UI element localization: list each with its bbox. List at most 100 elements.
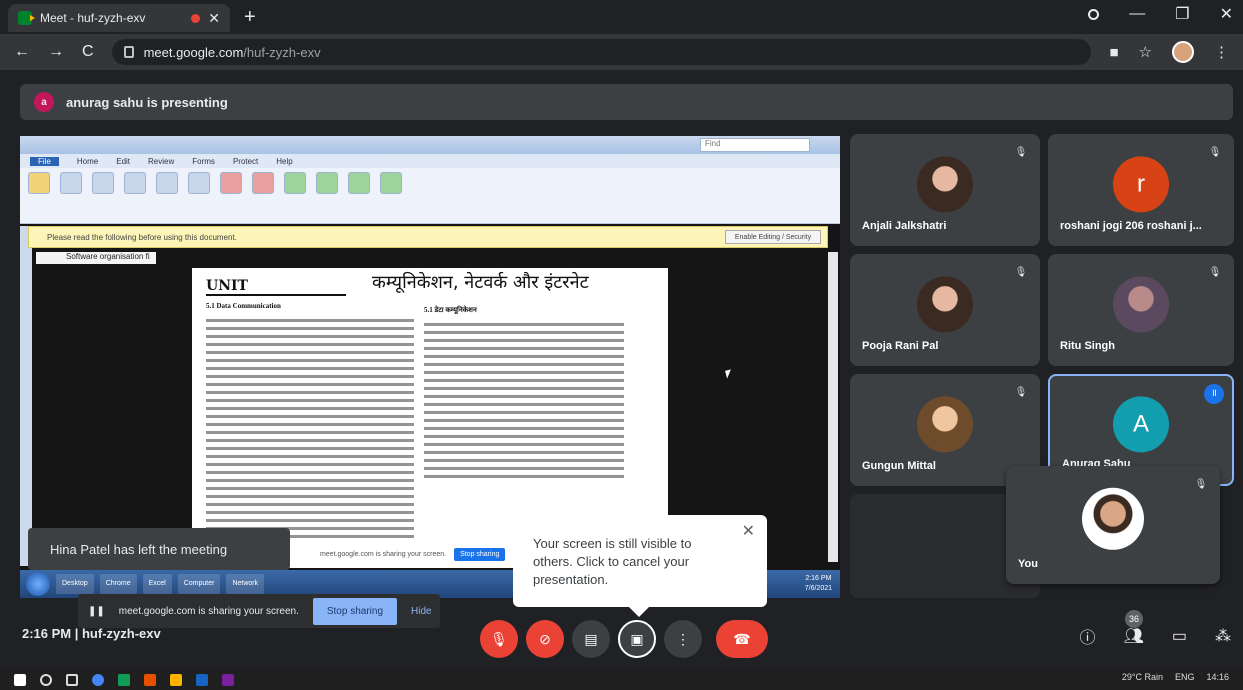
meet-window: Meet - huf-zyzh-exv ✕ + — ❐ ✕ ← → C meet… (0, 0, 1243, 690)
present-button[interactable]: ▣ (618, 620, 656, 658)
minimize-button[interactable]: — (1129, 5, 1145, 23)
windows-start-icon[interactable] (14, 674, 26, 686)
extension-icon[interactable] (1088, 8, 1100, 20)
select-icon[interactable] (124, 172, 146, 194)
taskbar-item[interactable]: Excel (142, 574, 172, 594)
mic-off-icon: 🎙︎ (1194, 479, 1208, 490)
combine-icon[interactable] (252, 172, 274, 194)
screen-visible-popup[interactable]: Your screen is still visible to others. … (513, 515, 767, 617)
powerpoint-taskbar-icon[interactable] (144, 674, 156, 686)
camera-toggle-button[interactable]: ⊘ (526, 620, 564, 658)
pages-rail[interactable] (20, 226, 32, 566)
document-scrollbar[interactable] (828, 252, 838, 562)
lock-icon (123, 46, 134, 58)
camera-off-icon: ⊘ (539, 630, 551, 647)
search-icon[interactable] (40, 674, 52, 686)
self-photo (1082, 487, 1144, 550)
back-button[interactable]: ← (14, 43, 30, 61)
participant-tile[interactable]: 🎙︎ Anjali Jalkshatri (850, 134, 1040, 246)
taskbar-item[interactable]: Desktop (56, 574, 94, 594)
chrome-taskbar-icon[interactable] (92, 674, 104, 686)
ribbon-toolbar (20, 168, 840, 224)
language-indicator[interactable]: ENG (1175, 672, 1195, 682)
excel-taskbar-icon[interactable] (118, 674, 130, 686)
convert-word-icon[interactable] (284, 172, 306, 194)
participant-name: Anjali Jalkshatri (862, 220, 947, 232)
address-bar-actions: ■ ☆ ⋮ (1109, 41, 1229, 63)
hand-tool-icon[interactable] (28, 172, 50, 194)
stop-sharing-button[interactable]: Stop sharing (312, 597, 398, 625)
convert-image-icon[interactable] (348, 172, 370, 194)
ribbon-tab[interactable]: Forms (192, 157, 215, 166)
more-options-button[interactable]: ⋮ (664, 620, 702, 658)
taskbar-item[interactable]: Network (226, 574, 265, 594)
url-host: meet.google.com (143, 44, 244, 60)
mic-off-icon: 🎙︎ (1208, 147, 1222, 158)
quicksign-icon[interactable] (188, 172, 210, 194)
find-input[interactable]: Find (700, 138, 810, 152)
participant-tile[interactable]: 🎙︎ Ritu Singh (1048, 254, 1234, 366)
participant-name: Gungun Mittal (862, 460, 936, 472)
participant-tile[interactable]: r 🎙︎ roshani jogi 206 roshani j... (1048, 134, 1234, 246)
inner-stop-sharing-button[interactable]: Stop sharing (454, 547, 506, 561)
typewriter-icon[interactable] (156, 172, 178, 194)
participant-letter-avatar: r (1113, 156, 1169, 213)
tab-close-icon[interactable]: ✕ (208, 10, 220, 27)
file-explorer-icon[interactable] (170, 674, 182, 686)
close-icon[interactable]: ✕ (742, 523, 755, 541)
leave-call-button[interactable]: ☎ (716, 620, 768, 658)
browser-tab[interactable]: Meet - huf-zyzh-exv ✕ (8, 4, 230, 32)
taskbar-item[interactable]: Computer (177, 574, 221, 594)
shared-clock: 2:16 PM 7/6/2021 (805, 574, 832, 594)
ribbon-tab[interactable]: Protect (233, 157, 258, 166)
start-orb-icon[interactable] (26, 572, 50, 596)
system-clock[interactable]: 14:16 (1206, 672, 1229, 682)
mic-toggle-button[interactable]: 🎙︎ (480, 620, 518, 658)
reload-button[interactable]: C (82, 43, 94, 61)
present-screen-icon: ▣ (630, 630, 644, 647)
taskbar-item[interactable]: Chrome (99, 574, 137, 594)
new-tab-button[interactable]: + (244, 6, 256, 29)
info-icon[interactable]: ⓘ (1080, 624, 1096, 648)
document-tab[interactable]: Software organisation fi (36, 252, 156, 264)
ribbon-tab[interactable]: Review (148, 157, 174, 166)
sharing-text: meet.google.com is sharing your screen. (118, 605, 299, 617)
convert-excel-icon[interactable] (316, 172, 338, 194)
chat-icon[interactable]: ▭ (1172, 626, 1187, 646)
shared-clock-time: 2:16 PM (805, 575, 832, 582)
url-input[interactable]: meet.google.com/huf-zyzh-exv (111, 39, 1092, 65)
enable-editing-button[interactable]: Enable Editing / Security (725, 230, 821, 244)
word-taskbar-icon[interactable] (196, 674, 208, 686)
hide-button[interactable]: Hide (411, 606, 432, 617)
captions-button[interactable]: ▤ (572, 620, 610, 658)
people-icon[interactable]: 👥︎ (1124, 626, 1144, 646)
ribbon-tab[interactable]: Home (77, 157, 98, 166)
weather-text[interactable]: 29°C Rain (1122, 672, 1163, 682)
more-vert-icon: ⋮ (676, 630, 690, 647)
close-window-button[interactable]: ✕ (1220, 4, 1233, 24)
fit-width-icon[interactable] (92, 172, 114, 194)
doc-column-hi (424, 318, 624, 483)
activities-icon[interactable]: ⁂ (1215, 626, 1231, 646)
vscode-taskbar-icon[interactable] (222, 674, 234, 686)
captions-icon: ▤ (584, 630, 598, 647)
ribbon-tab[interactable]: Edit (116, 157, 130, 166)
convert-other-icon[interactable] (380, 172, 402, 194)
bookmark-star-icon[interactable]: ☆ (1139, 43, 1152, 61)
pdf-icon[interactable] (220, 172, 242, 194)
profile-avatar[interactable] (1172, 41, 1194, 63)
participant-tile[interactable]: 🎙︎ Pooja Rani Pal (850, 254, 1040, 366)
ribbon-tab[interactable]: File (30, 156, 59, 166)
self-view-tile[interactable]: 🎙︎ You (1006, 466, 1220, 584)
camera-icon[interactable]: ■ (1109, 44, 1118, 61)
restore-button[interactable]: ❐ (1175, 4, 1189, 24)
menu-dots-icon[interactable]: ⋮ (1214, 43, 1229, 61)
presenter-avatar: a (34, 92, 54, 112)
participant-photo (917, 396, 973, 453)
zoom-icon[interactable] (60, 172, 82, 194)
ribbon-tab[interactable]: Help (276, 157, 292, 166)
forward-button[interactable]: → (48, 43, 64, 61)
task-view-icon[interactable] (66, 674, 78, 686)
inner-sharing-text: meet.google.com is sharing your screen. (320, 550, 447, 558)
shared-clock-date: 7/6/2021 (804, 585, 832, 592)
